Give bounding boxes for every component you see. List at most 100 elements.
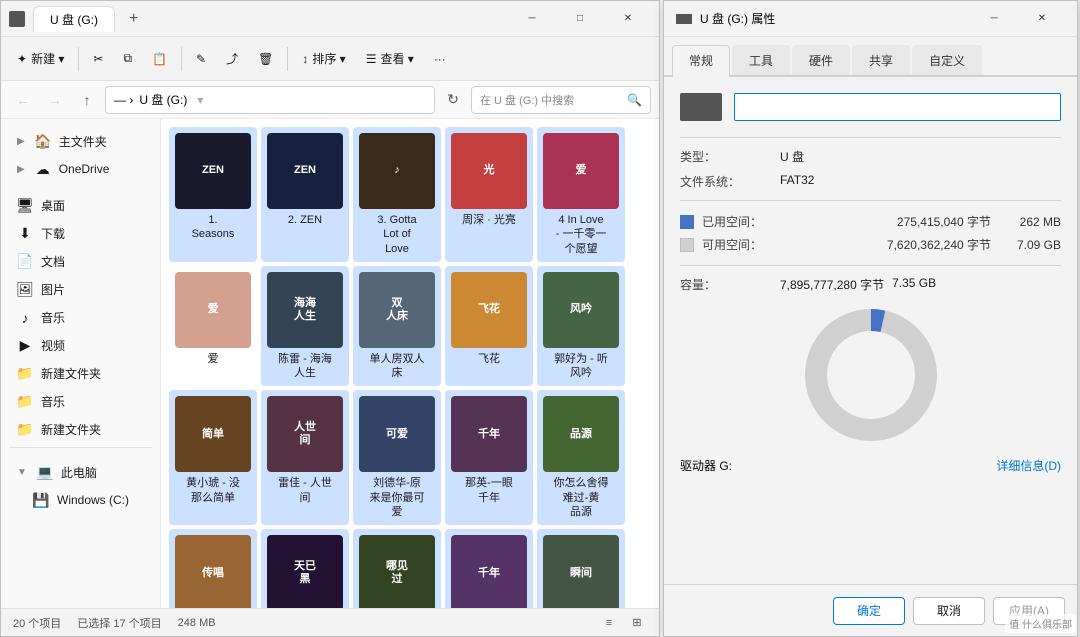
refresh-button[interactable]: ↻ xyxy=(439,86,467,114)
file-item[interactable]: ♪3. Gotta Lot of Love xyxy=(353,127,441,262)
status-total: 20 个项目 xyxy=(13,615,61,631)
file-item[interactable]: 飞花飞花 xyxy=(445,266,533,387)
file-thumbnail: 可爱 xyxy=(359,396,435,472)
file-item[interactable]: 海海 人生陈雷 - 海海 人生 xyxy=(261,266,349,387)
used-color-dot xyxy=(680,215,694,229)
file-item[interactable]: 双 人床单人房双人 床 xyxy=(353,266,441,387)
sidebar-item-thispc[interactable]: ▼ 💻 此电脑 xyxy=(5,459,156,486)
copy-button[interactable]: ⧉ xyxy=(115,47,140,70)
fs-value: FAT32 xyxy=(780,173,814,190)
tab-sharing[interactable]: 共享 xyxy=(852,45,910,75)
donut-chart xyxy=(680,305,1061,445)
cancel-button[interactable]: 取消 xyxy=(913,597,985,625)
sidebar-item-newfolder2[interactable]: 📁 新建文件夹 xyxy=(5,416,156,443)
search-icon: 🔍 xyxy=(627,93,642,107)
sidebar-item-videos[interactable]: ▶ 视频 📌 xyxy=(5,332,156,359)
rename-icon: ✎ xyxy=(196,52,206,66)
address-path[interactable]: — › U 盘 (G:) ▾ xyxy=(105,86,435,114)
sidebar-label-documents: 文档 xyxy=(41,253,65,270)
sidebar-item-music2[interactable]: 📁 音乐 xyxy=(5,388,156,415)
drive-name-input[interactable] xyxy=(734,93,1061,121)
sidebar-item-pictures[interactable]: 🖼 图片 📌 xyxy=(5,276,156,303)
file-item[interactable]: 哪见 过我们好像在 哪见过 xyxy=(353,529,441,608)
used-mb: 262 MB xyxy=(991,215,1061,229)
new-tab-button[interactable]: + xyxy=(119,6,148,32)
file-item[interactable]: 爱4 In Love - 一千零一 个愿望 xyxy=(537,127,625,262)
file-thumbnail: 天已 黑 xyxy=(267,535,343,608)
copy-icon: ⧉ xyxy=(123,51,132,66)
file-item[interactable]: 瞬间真瑞 - 最美 的瞬间 xyxy=(537,529,625,608)
file-item[interactable]: 千年一眼千年 xyxy=(445,529,533,608)
paste-button[interactable]: 📋 xyxy=(144,48,175,70)
grid-view-button[interactable]: ⊞ xyxy=(627,613,647,633)
rename-button[interactable]: ✎ xyxy=(188,48,214,70)
file-label: 郭好为 - 听 风吟 xyxy=(554,352,608,381)
forward-button[interactable]: → xyxy=(41,86,69,114)
file-item[interactable]: 光周深 · 光亮 xyxy=(445,127,533,262)
tab-customize[interactable]: 自定义 xyxy=(912,45,982,75)
drive-letter-row: 驱动器 G: 详细信息(D) xyxy=(680,457,1061,474)
tab-general[interactable]: 常规 xyxy=(672,45,730,77)
close-button[interactable]: ✕ xyxy=(605,4,651,34)
sidebar: ▶ 🏠 主文件夹 ▶ ☁ OneDrive 🖥 桌面 📌 ⬇ 下载 📌 � xyxy=(1,119,161,608)
sidebar-item-newfolder1[interactable]: 📁 新建文件夹 xyxy=(5,360,156,387)
sidebar-item-home[interactable]: ▶ 🏠 主文件夹 xyxy=(5,128,156,155)
details-link[interactable]: 详细信息(D) xyxy=(996,457,1061,474)
file-item[interactable]: 品源你怎么舍得 难过-黄 品源 xyxy=(537,390,625,525)
sidebar-label-winc: Windows (C:) xyxy=(57,493,129,507)
props-close-button[interactable]: ✕ xyxy=(1019,4,1065,34)
free-row: 可用空间： 7,620,362,240 字节 7.09 GB xyxy=(680,236,1061,253)
share-icon: ⤴ xyxy=(226,50,238,67)
sidebar-item-documents[interactable]: 📄 文档 📌 xyxy=(5,248,156,275)
file-item[interactable]: 传唱盖一伦-梦 西湖 (Live) xyxy=(169,529,257,608)
sidebar-item-desktop[interactable]: 🖥 桌面 📌 xyxy=(5,192,156,219)
list-view-button[interactable]: ≡ xyxy=(599,613,619,633)
file-item[interactable]: ZEN1. Seasons xyxy=(169,127,257,262)
props-drive-icon xyxy=(676,14,692,24)
more-button[interactable]: ··· xyxy=(426,48,454,70)
cut-button[interactable]: ✂ xyxy=(85,48,111,70)
share-button[interactable]: ⤴ xyxy=(218,46,246,71)
file-item[interactable]: 爱爱 xyxy=(169,266,257,387)
address-bar: ← → ↑ — › U 盘 (G:) ▾ ↻ 在 U 盘 (G:) 中搜索 🔍 xyxy=(1,81,659,119)
sidebar-item-onedrive[interactable]: ▶ ☁ OneDrive xyxy=(5,156,156,182)
file-label: 单人房双人 床 xyxy=(370,352,425,381)
props-minimize-button[interactable]: ─ xyxy=(971,4,1017,34)
file-label: 2. ZEN xyxy=(288,213,322,227)
minimize-button[interactable]: ─ xyxy=(509,4,555,34)
file-item[interactable]: 人世 间雷佳 - 人世 间 xyxy=(261,390,349,525)
maximize-button[interactable]: □ xyxy=(557,4,603,34)
file-item[interactable]: 天已 黑天已黑 xyxy=(261,529,349,608)
title-tabs: U 盘 (G:) + xyxy=(33,6,148,32)
file-grid: ZEN1. SeasonsZEN2. ZEN♪3. Gotta Lot of L… xyxy=(161,119,659,608)
file-item[interactable]: 可爱刘德华-原 来是你最可 爱 xyxy=(353,390,441,525)
title-bar: U 盘 (G:) + ─ □ ✕ xyxy=(1,1,659,37)
capacity-gb: 7.35 GB xyxy=(892,276,936,293)
tab-tools[interactable]: 工具 xyxy=(732,45,790,75)
up-button[interactable]: ↑ xyxy=(73,86,101,114)
sidebar-item-downloads[interactable]: ⬇ 下载 📌 xyxy=(5,220,156,247)
file-thumbnail: 爱 xyxy=(175,272,251,348)
capacity-label: 容量： xyxy=(680,276,780,293)
window-controls: ─ □ ✕ xyxy=(509,4,651,34)
file-item[interactable]: 千年那英-一眼 千年 xyxy=(445,390,533,525)
ok-button[interactable]: 确定 xyxy=(833,597,905,625)
file-item[interactable]: ZEN2. ZEN xyxy=(261,127,349,262)
new-button[interactable]: ✦ 新建 ▾ xyxy=(9,46,72,71)
search-box[interactable]: 在 U 盘 (G:) 中搜索 🔍 xyxy=(471,86,651,114)
toolbar-divider-1 xyxy=(78,47,79,71)
sort-button[interactable]: ↕ 排序 ▾ xyxy=(294,46,353,71)
file-item[interactable]: 风吟郭好为 - 听 风吟 xyxy=(537,266,625,387)
address-text: U 盘 (G:) xyxy=(139,91,187,108)
tab-u-disk[interactable]: U 盘 (G:) xyxy=(33,6,115,32)
file-item[interactable]: 简单黄小琥 - 没 那么简单 xyxy=(169,390,257,525)
documents-icon: 📄 xyxy=(17,254,33,270)
pictures-icon: 🖼 xyxy=(17,282,33,298)
delete-button[interactable]: 🗑 xyxy=(250,48,281,70)
search-placeholder: 在 U 盘 (G:) 中搜索 xyxy=(480,92,574,108)
tab-hardware[interactable]: 硬件 xyxy=(792,45,850,75)
back-button[interactable]: ← xyxy=(9,86,37,114)
sidebar-item-music[interactable]: ♪ 音乐 📌 xyxy=(5,304,156,331)
sidebar-item-winc[interactable]: 💾 Windows (C:) xyxy=(5,487,156,513)
view-button[interactable]: ☰ 查看 ▾ xyxy=(358,46,422,71)
